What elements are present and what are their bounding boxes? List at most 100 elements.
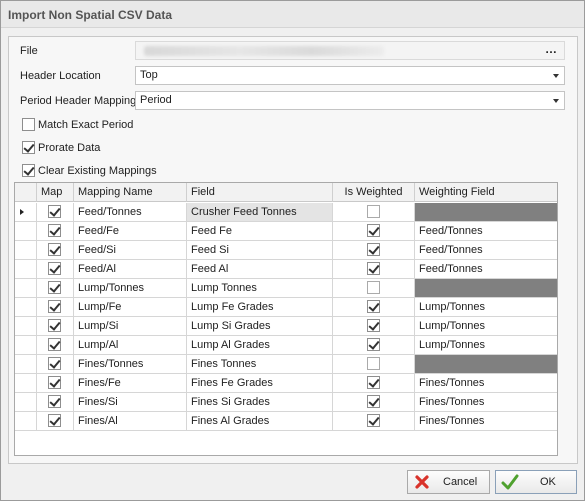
mapping-name-cell[interactable]: Feed/Tonnes <box>74 203 187 221</box>
field-cell[interactable]: Crusher Feed Tonnes <box>187 203 333 221</box>
is-weighted-checkbox[interactable] <box>367 319 380 332</box>
header-location-dropdown[interactable]: Top <box>135 66 565 85</box>
mapping-name-cell[interactable]: Lump/Al <box>74 336 187 354</box>
table-row[interactable]: Lump/Al Lump Al Grades Lump/Tonnes <box>15 336 557 355</box>
table-row[interactable]: Lump/Si Lump Si Grades Lump/Tonnes <box>15 317 557 336</box>
map-checkbox[interactable] <box>48 224 61 237</box>
row-indicator-cell[interactable] <box>15 222 37 240</box>
map-checkbox[interactable] <box>48 357 61 370</box>
is-weighted-checkbox[interactable] <box>367 414 380 427</box>
field-cell[interactable]: Fines Al Grades <box>187 412 333 430</box>
is-weighted-checkbox[interactable] <box>367 300 380 313</box>
field-cell[interactable]: Lump Fe Grades <box>187 298 333 316</box>
mapping-name-cell[interactable]: Feed/Al <box>74 260 187 278</box>
clear-existing-mappings-checkbox[interactable] <box>22 164 35 177</box>
row-indicator-cell[interactable] <box>15 317 37 335</box>
row-indicator-cell[interactable] <box>15 355 37 373</box>
map-checkbox[interactable] <box>48 376 61 389</box>
weighting-field-cell[interactable]: Feed/Tonnes <box>415 241 557 259</box>
field-cell[interactable]: Fines Si Grades <box>187 393 333 411</box>
map-checkbox[interactable] <box>48 414 61 427</box>
is-weighted-checkbox[interactable] <box>367 205 380 218</box>
table-row[interactable]: Fines/Tonnes Fines Tonnes <box>15 355 557 374</box>
cancel-button[interactable]: Cancel <box>407 470 490 494</box>
mapping-name-cell[interactable]: Lump/Fe <box>74 298 187 316</box>
table-row[interactable]: Lump/Fe Lump Fe Grades Lump/Tonnes <box>15 298 557 317</box>
table-row[interactable]: Fines/Si Fines Si Grades Fines/Tonnes <box>15 393 557 412</box>
weighting-field-cell[interactable]: Fines/Tonnes <box>415 393 557 411</box>
is-weighted-checkbox[interactable] <box>367 376 380 389</box>
field-cell[interactable]: Feed Si <box>187 241 333 259</box>
table-row[interactable]: Feed/Tonnes Crusher Feed Tonnes <box>15 203 557 222</box>
weighting-field-cell[interactable]: Feed/Tonnes <box>415 222 557 240</box>
column-header-field[interactable]: Field <box>187 183 333 202</box>
table-row[interactable]: Fines/Al Fines Al Grades Fines/Tonnes <box>15 412 557 431</box>
weighting-field-cell[interactable]: Fines/Tonnes <box>415 374 557 392</box>
column-header-weighting-field[interactable]: Weighting Field <box>415 183 557 202</box>
column-header-mapping-name[interactable]: Mapping Name <box>74 183 187 202</box>
is-weighted-checkbox[interactable] <box>367 338 380 351</box>
browse-file-button[interactable]: … <box>545 42 558 56</box>
weighting-field-cell[interactable]: Lump/Tonnes <box>415 336 557 354</box>
is-weighted-checkbox[interactable] <box>367 224 380 237</box>
row-indicator-cell[interactable] <box>15 412 37 430</box>
is-weighted-checkbox[interactable] <box>367 243 380 256</box>
is-weighted-checkbox[interactable] <box>367 395 380 408</box>
file-path-field[interactable]: … <box>135 41 565 60</box>
weighting-field-cell[interactable]: Lump/Tonnes <box>415 298 557 316</box>
mapping-name-cell[interactable]: Feed/Si <box>74 241 187 259</box>
map-checkbox[interactable] <box>48 281 61 294</box>
ok-button[interactable]: OK <box>495 470 577 494</box>
map-checkbox[interactable] <box>48 338 61 351</box>
is-weighted-checkbox[interactable] <box>367 262 380 275</box>
row-indicator-cell[interactable] <box>15 374 37 392</box>
weighting-field-cell[interactable]: Lump/Tonnes <box>415 317 557 335</box>
field-cell[interactable]: Lump Al Grades <box>187 336 333 354</box>
map-checkbox[interactable] <box>48 300 61 313</box>
mapping-name-cell[interactable]: Fines/Si <box>74 393 187 411</box>
table-row[interactable]: Feed/Al Feed Al Feed/Tonnes <box>15 260 557 279</box>
mapping-name-cell[interactable]: Fines/Tonnes <box>74 355 187 373</box>
table-row[interactable]: Feed/Fe Feed Fe Feed/Tonnes <box>15 222 557 241</box>
column-header-is-weighted[interactable]: Is Weighted <box>333 183 415 202</box>
table-row[interactable]: Feed/Si Feed Si Feed/Tonnes <box>15 241 557 260</box>
row-indicator-cell[interactable] <box>15 336 37 354</box>
weighting-field-cell[interactable]: Feed/Tonnes <box>415 260 557 278</box>
mapping-name-cell[interactable]: Lump/Tonnes <box>74 279 187 297</box>
field-cell[interactable]: Fines Tonnes <box>187 355 333 373</box>
field-cell[interactable]: Feed Fe <box>187 222 333 240</box>
mapping-name-cell[interactable]: Feed/Fe <box>74 222 187 240</box>
is-weighted-checkbox[interactable] <box>367 281 380 294</box>
row-indicator-cell[interactable] <box>15 279 37 297</box>
column-header-map[interactable]: Map <box>37 183 74 202</box>
row-indicator-cell[interactable] <box>15 241 37 259</box>
weighting-field-cell[interactable]: Fines/Tonnes <box>415 412 557 430</box>
map-checkbox[interactable] <box>48 205 61 218</box>
is-weighted-cell <box>333 393 415 411</box>
map-checkbox[interactable] <box>48 243 61 256</box>
map-checkbox[interactable] <box>48 319 61 332</box>
is-weighted-cell <box>333 355 415 373</box>
period-header-dropdown[interactable]: Period <box>135 91 565 110</box>
mapping-name-cell[interactable]: Lump/Si <box>74 317 187 335</box>
mapping-name-cell[interactable]: Fines/Fe <box>74 374 187 392</box>
row-indicator-cell[interactable] <box>15 298 37 316</box>
row-indicator-cell[interactable] <box>15 393 37 411</box>
prorate-data-checkbox[interactable] <box>22 141 35 154</box>
header-location-dropdown-button[interactable] <box>548 67 564 84</box>
table-row[interactable]: Lump/Tonnes Lump Tonnes <box>15 279 557 298</box>
field-cell[interactable]: Lump Tonnes <box>187 279 333 297</box>
period-header-dropdown-button[interactable] <box>548 92 564 109</box>
field-cell[interactable]: Feed Al <box>187 260 333 278</box>
match-exact-period-checkbox[interactable] <box>22 118 35 131</box>
row-indicator-cell[interactable] <box>15 260 37 278</box>
row-indicator-cell[interactable] <box>15 203 37 221</box>
field-cell[interactable]: Lump Si Grades <box>187 317 333 335</box>
field-cell[interactable]: Fines Fe Grades <box>187 374 333 392</box>
map-checkbox[interactable] <box>48 262 61 275</box>
is-weighted-checkbox[interactable] <box>367 357 380 370</box>
map-checkbox[interactable] <box>48 395 61 408</box>
table-row[interactable]: Fines/Fe Fines Fe Grades Fines/Tonnes <box>15 374 557 393</box>
mapping-name-cell[interactable]: Fines/Al <box>74 412 187 430</box>
weighting-field-cell <box>415 355 557 373</box>
